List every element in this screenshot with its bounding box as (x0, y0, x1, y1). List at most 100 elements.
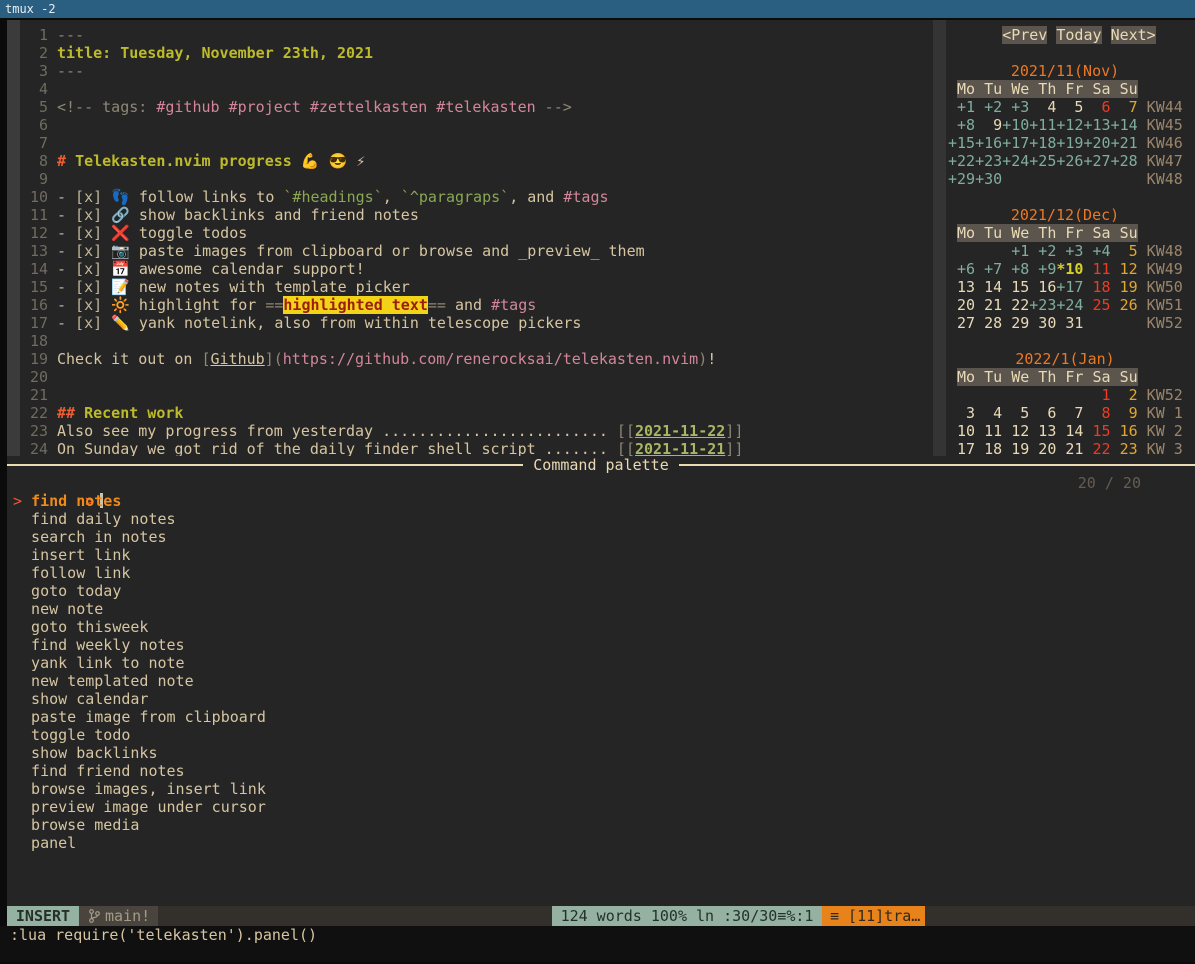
palette-item[interactable]: browse images, insert link (7, 780, 1195, 798)
palette-item[interactable]: find daily notes (7, 510, 1195, 528)
calendar-day[interactable]: +29 (948, 170, 975, 188)
calendar-day[interactable]: 9 (975, 116, 1002, 134)
calendar-day[interactable]: +24 (1056, 296, 1083, 314)
calendar-day[interactable]: 16 (1029, 278, 1056, 296)
calendar-day[interactable]: 8 (1083, 404, 1110, 422)
calendar-day[interactable]: 13 (1029, 422, 1056, 440)
calendar-day[interactable]: +18 (1029, 134, 1056, 152)
palette-item[interactable]: goto today (7, 582, 1195, 600)
calendar-day[interactable]: 14 (1056, 422, 1083, 440)
calendar-day[interactable]: 6 (1083, 98, 1110, 116)
palette-item[interactable]: find weekly notes (7, 636, 1195, 654)
calendar-day[interactable]: +14 (1111, 116, 1138, 134)
calendar-day[interactable]: +8 (1002, 260, 1029, 278)
calendar-day[interactable]: +7 (975, 260, 1002, 278)
palette-item[interactable]: find friend notes (7, 762, 1195, 780)
calendar-day[interactable]: 4 (1029, 98, 1056, 116)
calendar-day[interactable]: 11 (975, 422, 1002, 440)
calendar-day[interactable]: 17 (948, 440, 975, 456)
tab-indicator[interactable]: ≡ [11]tra… (822, 906, 925, 926)
calendar-day[interactable]: 29 (1002, 314, 1029, 332)
calendar-scrollbar[interactable] (933, 20, 946, 456)
calendar-day[interactable]: 9 (1111, 404, 1138, 422)
calendar-day[interactable]: 20 (1029, 440, 1056, 456)
calendar-day[interactable]: 21 (975, 296, 1002, 314)
calendar-day[interactable]: 27 (948, 314, 975, 332)
calendar-day[interactable]: +23 (1029, 296, 1056, 314)
calendar-day[interactable]: +26 (1056, 152, 1083, 170)
calendar-day[interactable]: 1 (1083, 386, 1110, 404)
calendar-day[interactable]: +25 (1029, 152, 1056, 170)
github-url[interactable]: https://github.com/renerocksai/telekaste… (283, 350, 698, 368)
calendar-day[interactable]: +3 (1002, 98, 1029, 116)
prev-button[interactable]: <Prev (1002, 26, 1047, 44)
calendar-day[interactable]: 12 (1111, 260, 1138, 278)
calendar-day[interactable]: +24 (1002, 152, 1029, 170)
calendar-day[interactable]: 23 (1111, 440, 1138, 456)
calendar-day[interactable]: +20 (1083, 134, 1110, 152)
calendar-day[interactable]: +2 (975, 98, 1002, 116)
calendar-day[interactable]: +15 (948, 134, 975, 152)
calendar-day[interactable]: 18 (975, 440, 1002, 456)
calendar-day[interactable]: +28 (1111, 152, 1138, 170)
palette-item[interactable]: search in notes (7, 528, 1195, 546)
calendar-day[interactable]: 14 (975, 278, 1002, 296)
calendar-day[interactable]: 2 (1111, 386, 1138, 404)
calendar-day[interactable]: +22 (948, 152, 975, 170)
palette-item[interactable]: browse media (7, 816, 1195, 834)
calendar-day[interactable]: +12 (1056, 116, 1083, 134)
palette-item[interactable]: new templated note (7, 672, 1195, 690)
calendar-day[interactable]: +9 (1029, 260, 1056, 278)
next-button[interactable]: Next> (1111, 26, 1156, 44)
calendar-day[interactable]: 18 (1083, 278, 1110, 296)
calendar-day[interactable]: 5 (1002, 404, 1029, 422)
calendar-day[interactable]: 22 (1002, 296, 1029, 314)
calendar-day[interactable]: 25 (1083, 296, 1110, 314)
palette-item[interactable]: yank link to note (7, 654, 1195, 672)
palette-item[interactable]: follow link (7, 564, 1195, 582)
calendar-day[interactable]: 4 (975, 404, 1002, 422)
calendar-day[interactable]: 10 (948, 422, 975, 440)
calendar-day[interactable]: +1 (1002, 242, 1029, 260)
calendar-day[interactable]: 22 (1083, 440, 1110, 456)
calendar-day[interactable]: +3 (1056, 242, 1083, 260)
palette-item[interactable]: toggle todo (7, 726, 1195, 744)
calendar-day[interactable]: 6 (1029, 404, 1056, 422)
github-link[interactable]: Github (211, 350, 265, 368)
calendar-day[interactable]: 3 (948, 404, 975, 422)
calendar-day[interactable]: 28 (975, 314, 1002, 332)
calendar-day[interactable]: +17 (1056, 278, 1083, 296)
calendar-day[interactable]: +1 (948, 98, 975, 116)
calendar-day[interactable]: 7 (1111, 98, 1138, 116)
calendar-day[interactable]: 15 (1083, 422, 1110, 440)
palette-item[interactable]: show calendar (7, 690, 1195, 708)
calendar-day[interactable]: 26 (1111, 296, 1138, 314)
calendar-day[interactable]: +4 (1083, 242, 1110, 260)
calendar-day[interactable]: 7 (1056, 404, 1083, 422)
calendar-day[interactable]: +27 (1083, 152, 1110, 170)
calendar-day[interactable]: 16 (1111, 422, 1138, 440)
calendar-day[interactable]: +13 (1083, 116, 1110, 134)
calendar-day[interactable]: 21 (1056, 440, 1083, 456)
calendar-day[interactable]: +11 (1029, 116, 1056, 134)
calendar-day[interactable]: 13 (948, 278, 975, 296)
calendar-day[interactable]: 5 (1111, 242, 1138, 260)
palette-item[interactable]: insert link (7, 546, 1195, 564)
calendar-day[interactable]: +6 (948, 260, 975, 278)
calendar-day[interactable]: +10 (1002, 116, 1029, 134)
palette-item[interactable]: new note (7, 600, 1195, 618)
today-button[interactable]: Today (1056, 26, 1101, 44)
calendar-day[interactable]: +23 (975, 152, 1002, 170)
palette-prompt-row[interactable]: > 20 / 20 (7, 474, 1195, 492)
calendar-day[interactable]: 12 (1002, 422, 1029, 440)
calendar-day[interactable]: 30 (1029, 314, 1056, 332)
calendar-day[interactable]: +16 (975, 134, 1002, 152)
calendar-day[interactable]: +30 (975, 170, 1002, 188)
palette-item[interactable]: paste image from clipboard (7, 708, 1195, 726)
calendar-day[interactable]: +19 (1056, 134, 1083, 152)
calendar-day[interactable]: +8 (948, 116, 975, 134)
calendar-day[interactable]: 11 (1083, 260, 1110, 278)
calendar-day[interactable]: 15 (1002, 278, 1029, 296)
calendar-day[interactable]: *10 (1056, 260, 1083, 278)
calendar-day[interactable]: 31 (1056, 314, 1083, 332)
